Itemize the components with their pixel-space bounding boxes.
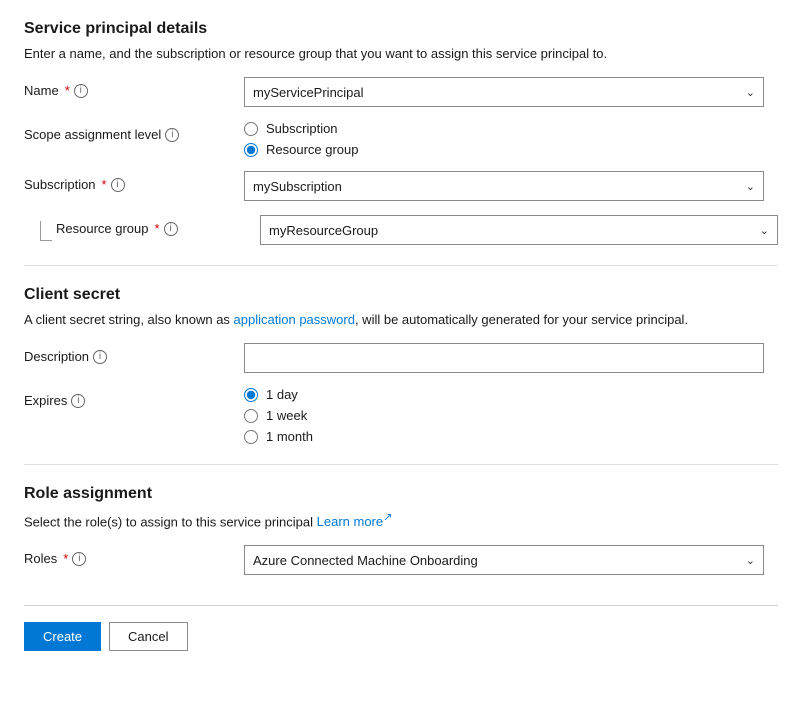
scope-subscription-label: Subscription bbox=[266, 121, 338, 136]
name-row: Name * i myServicePrincipal ⌄ bbox=[24, 77, 778, 107]
expires-option-1month[interactable]: 1 month bbox=[244, 429, 778, 444]
footer-bar: Create Cancel bbox=[24, 605, 778, 651]
scope-control-area: Subscription Resource group bbox=[244, 121, 778, 157]
page-title: Service principal details bbox=[24, 20, 778, 38]
roles-dropdown[interactable]: Azure Connected Machine Onboarding ⌄ bbox=[244, 545, 764, 575]
expires-radio-group: 1 day 1 week 1 month bbox=[244, 387, 778, 444]
expires-row: Expires i 1 day 1 week 1 month bbox=[24, 387, 778, 444]
subscription-row: Subscription * i mySubscription ⌄ bbox=[24, 171, 778, 201]
subscription-dropdown-value: mySubscription bbox=[253, 179, 342, 194]
roles-control-area: Azure Connected Machine Onboarding ⌄ bbox=[244, 545, 778, 575]
page-description: Enter a name, and the subscription or re… bbox=[24, 46, 778, 61]
external-link-icon: ↗ bbox=[383, 512, 392, 524]
description-control-area bbox=[244, 343, 778, 373]
roles-dropdown-value: Azure Connected Machine Onboarding bbox=[253, 553, 478, 568]
cancel-button[interactable]: Cancel bbox=[109, 622, 187, 651]
scope-option-subscription[interactable]: Subscription bbox=[244, 121, 778, 136]
resource-group-indent-line bbox=[40, 221, 52, 241]
roles-required-marker: * bbox=[63, 551, 68, 566]
expires-1month-label: 1 month bbox=[266, 429, 313, 444]
description-row: Description i bbox=[24, 343, 778, 373]
expires-label: Expires i bbox=[24, 387, 244, 408]
expires-option-1week[interactable]: 1 week bbox=[244, 408, 778, 423]
subscription-control-area: mySubscription ⌄ bbox=[244, 171, 778, 201]
expires-1day-label: 1 day bbox=[266, 387, 298, 402]
client-secret-description: A client secret string, also known as ap… bbox=[24, 312, 778, 327]
client-secret-title: Client secret bbox=[24, 286, 778, 304]
expires-1week-label: 1 week bbox=[266, 408, 307, 423]
resource-group-row: Resource group * i myResourceGroup ⌄ bbox=[40, 215, 778, 245]
description-input[interactable] bbox=[244, 343, 764, 373]
resource-group-label: Resource group * i bbox=[56, 215, 260, 236]
role-assignment-description: Select the role(s) to assign to this ser… bbox=[24, 511, 778, 529]
role-assignment-title: Role assignment bbox=[24, 485, 778, 503]
subscription-dropdown-chevron: ⌄ bbox=[746, 180, 755, 193]
roles-dropdown-chevron: ⌄ bbox=[746, 554, 755, 567]
roles-label-text: Roles bbox=[24, 551, 57, 566]
subscription-dropdown[interactable]: mySubscription ⌄ bbox=[244, 171, 764, 201]
subscription-label-text: Subscription bbox=[24, 177, 96, 192]
roles-label: Roles * i bbox=[24, 545, 244, 566]
roles-row: Roles * i Azure Connected Machine Onboar… bbox=[24, 545, 778, 575]
scope-row: Scope assignment level i Subscription Re… bbox=[24, 121, 778, 157]
name-dropdown-chevron: ⌄ bbox=[746, 86, 755, 99]
expires-info-icon[interactable]: i bbox=[71, 394, 85, 408]
name-label: Name * i bbox=[24, 77, 244, 98]
expires-label-text: Expires bbox=[24, 393, 67, 408]
scope-resource-group-label: Resource group bbox=[266, 142, 359, 157]
scope-radio-subscription[interactable] bbox=[244, 122, 258, 136]
scope-label: Scope assignment level i bbox=[24, 121, 244, 142]
section-divider-2 bbox=[24, 464, 778, 465]
subscription-required-marker: * bbox=[102, 177, 107, 192]
name-control-area: myServicePrincipal ⌄ bbox=[244, 77, 778, 107]
description-label: Description i bbox=[24, 343, 244, 364]
resource-group-control-area: myResourceGroup ⌄ bbox=[260, 215, 778, 245]
scope-info-icon[interactable]: i bbox=[165, 128, 179, 142]
scope-radio-group: Subscription Resource group bbox=[244, 121, 778, 157]
scope-label-text: Scope assignment level bbox=[24, 127, 161, 142]
scope-radio-resource-group[interactable] bbox=[244, 143, 258, 157]
create-button[interactable]: Create bbox=[24, 622, 101, 651]
name-info-icon[interactable]: i bbox=[74, 84, 88, 98]
subscription-info-icon[interactable]: i bbox=[111, 178, 125, 192]
resource-group-dropdown-chevron: ⌄ bbox=[760, 224, 769, 237]
learn-more-label: Learn more bbox=[317, 514, 383, 529]
expires-radio-1month[interactable] bbox=[244, 430, 258, 444]
expires-control-area: 1 day 1 week 1 month bbox=[244, 387, 778, 444]
resource-group-label-text: Resource group bbox=[56, 221, 149, 236]
learn-more-link[interactable]: Learn more↗ bbox=[317, 514, 393, 529]
role-assignment-desc-text: Select the role(s) to assign to this ser… bbox=[24, 514, 313, 529]
description-label-text: Description bbox=[24, 349, 89, 364]
name-required-marker: * bbox=[65, 83, 70, 98]
expires-radio-1week[interactable] bbox=[244, 409, 258, 423]
expires-option-1day[interactable]: 1 day bbox=[244, 387, 778, 402]
subscription-label: Subscription * i bbox=[24, 171, 244, 192]
scope-option-resource-group[interactable]: Resource group bbox=[244, 142, 778, 157]
resource-group-dropdown-value: myResourceGroup bbox=[269, 223, 378, 238]
description-info-icon[interactable]: i bbox=[93, 350, 107, 364]
name-label-text: Name bbox=[24, 83, 59, 98]
name-dropdown[interactable]: myServicePrincipal ⌄ bbox=[244, 77, 764, 107]
application-password-link[interactable]: application password bbox=[234, 312, 355, 327]
resource-group-required-marker: * bbox=[155, 221, 160, 236]
resource-group-dropdown[interactable]: myResourceGroup ⌄ bbox=[260, 215, 778, 245]
roles-info-icon[interactable]: i bbox=[72, 552, 86, 566]
name-dropdown-value: myServicePrincipal bbox=[253, 85, 364, 100]
expires-radio-1day[interactable] bbox=[244, 388, 258, 402]
section-divider-1 bbox=[24, 265, 778, 266]
resource-group-info-icon[interactable]: i bbox=[164, 222, 178, 236]
